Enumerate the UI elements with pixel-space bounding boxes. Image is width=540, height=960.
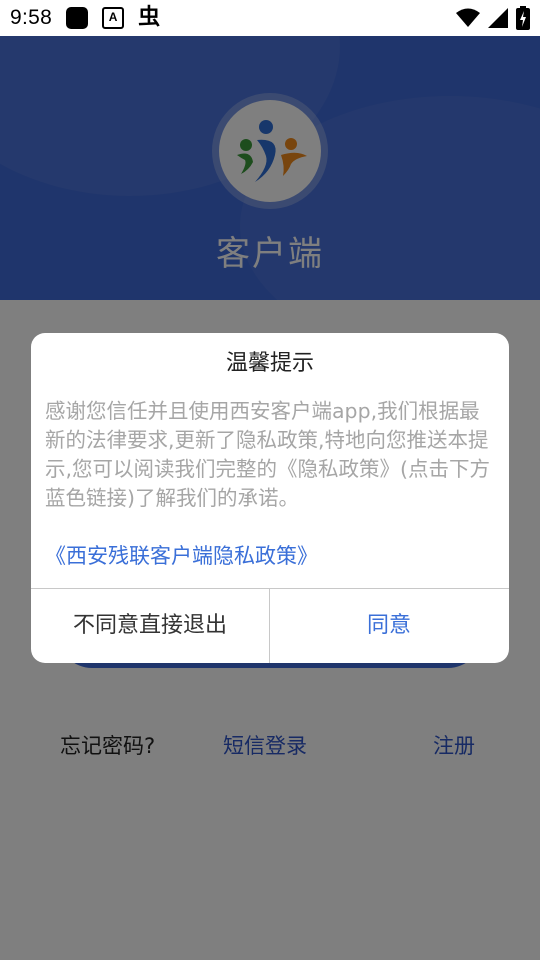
status-time: 9:58: [10, 6, 53, 29]
notification-square-icon: [66, 7, 89, 29]
app-screen: 9:58 A 虫 温馨提示 感谢您信任并且使用西安客户端app,我们根据最新的法…: [0, 0, 540, 960]
status-bar: 9:58 A 虫: [0, 0, 540, 36]
dialog-message: 感谢您信任并且使用西安客户端app,我们根据最新的法律要求,更新了隐私政策,特地…: [45, 399, 491, 510]
privacy-dialog: 温馨提示 感谢您信任并且使用西安客户端app,我们根据最新的法律要求,更新了隐私…: [31, 333, 509, 663]
status-right-icons: [456, 6, 530, 30]
agree-button[interactable]: 同意: [270, 589, 508, 663]
wifi-icon: [456, 8, 480, 27]
text-a-icon: A: [102, 7, 125, 29]
cellular-signal-icon: [488, 8, 508, 28]
dialog-title: 温馨提示: [225, 351, 314, 376]
bug-icon: 虫: [138, 5, 161, 30]
disagree-exit-button[interactable]: 不同意直接退出: [31, 589, 269, 663]
privacy-policy-link[interactable]: 《西安残联客户端隐私政策》: [45, 541, 499, 571]
battery-charging-icon: [516, 6, 530, 30]
